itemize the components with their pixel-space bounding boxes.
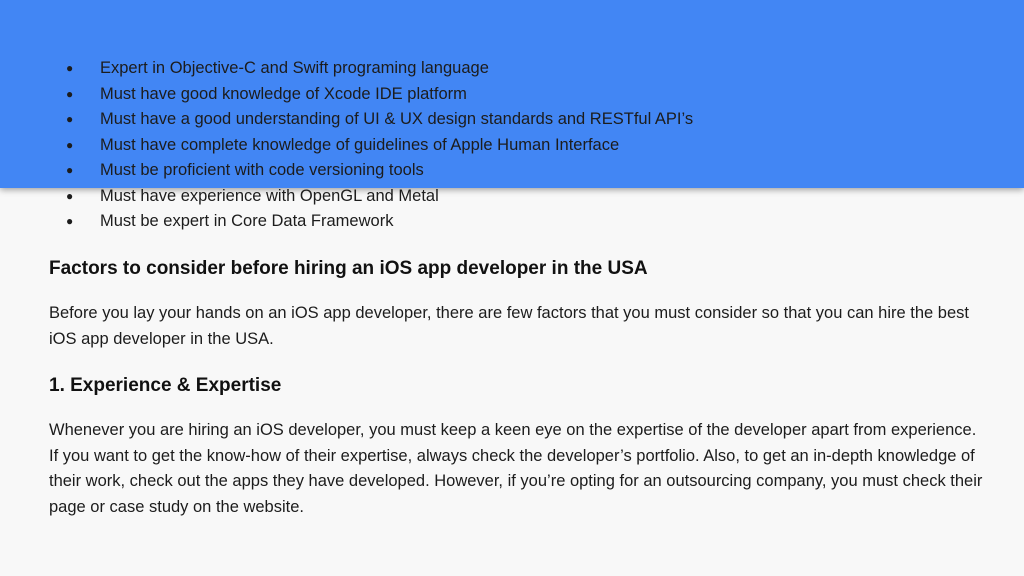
bullet-icon: ● — [66, 137, 74, 152]
list-item-text: Must have experience with OpenGL and Met… — [100, 186, 439, 205]
section-body-experience: Whenever you are hiring an iOS developer… — [49, 421, 983, 516]
list-item-text: Must be expert in Core Data Framework — [100, 212, 394, 230]
bullet-icon: ● — [66, 214, 74, 228]
list-item-text: Must be proficient with code versioning … — [100, 161, 424, 179]
list-item-text: Must have complete knowledge of guidelin… — [100, 135, 620, 154]
list-item-text: Must have good knowledge of Xcode IDE pl… — [100, 84, 467, 103]
bullet-icon: ● — [66, 188, 74, 203]
bullet-icon: ● — [66, 86, 74, 101]
section-body-factors: Before you lay your hands on an iOS app … — [49, 304, 969, 348]
bullet-icon: ● — [66, 61, 74, 75]
bullet-icon: ● — [66, 163, 74, 177]
section-heading-factors: Factors to consider before hiring an iOS… — [49, 258, 648, 279]
list-item-text: Expert in Objective-C and Swift programi… — [100, 59, 489, 77]
section-heading-experience: 1. Experience & Expertise — [49, 375, 282, 396]
list-item-text: Must have a good understanding of UI & U… — [100, 110, 694, 128]
slide-content: ● Expert in Objective-C and Swift progra… — [0, 0, 1024, 576]
bullet-icon: ● — [66, 112, 74, 126]
